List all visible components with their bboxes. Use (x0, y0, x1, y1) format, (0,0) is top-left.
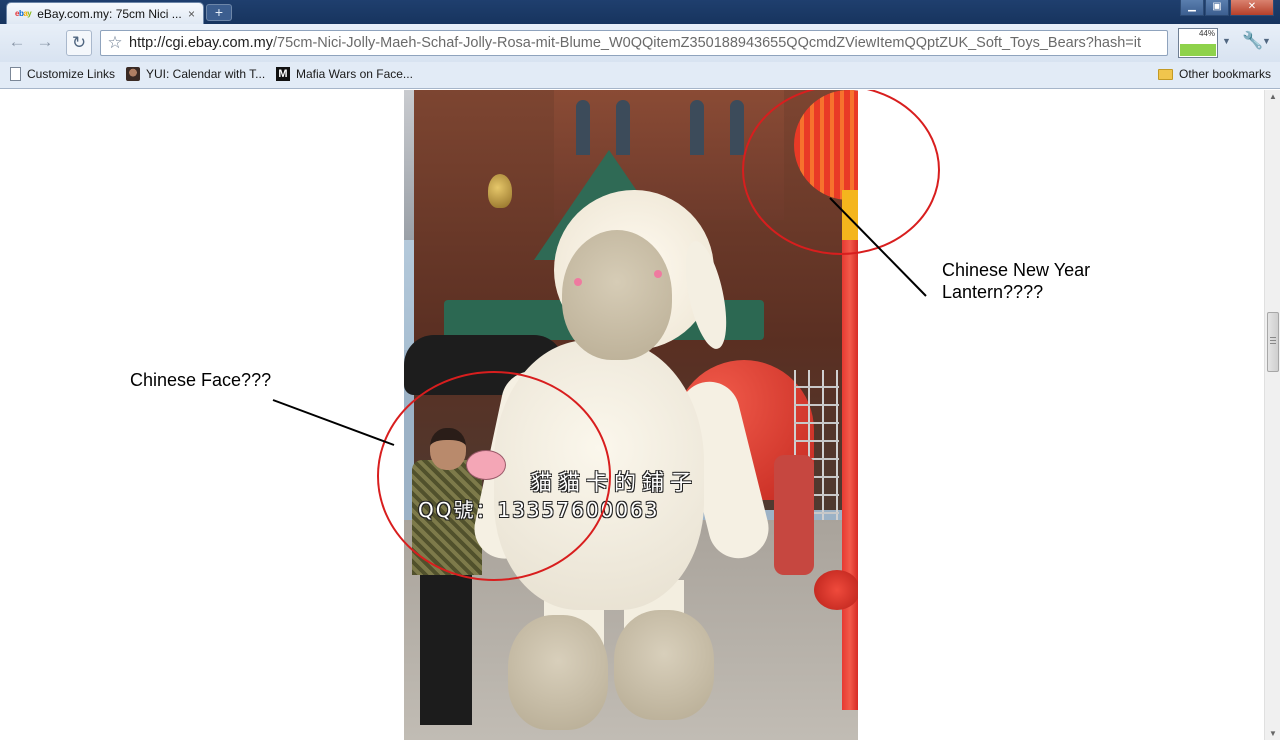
page-content: 貓貓卡的鋪子 QQ號：13357600063 Chinese Face??? C… (0, 90, 1264, 740)
photo-person-right (774, 455, 814, 575)
annotation-lantern-label-line1: Chinese New Year (942, 260, 1091, 280)
window-controls: ▁ ▣ ✕ (1180, 0, 1274, 16)
tab-close-icon[interactable]: × (188, 7, 195, 21)
annotation-lantern-label-line2: Lantern???? (942, 282, 1044, 302)
url-domain: http://cgi.ebay.com.my (129, 35, 273, 51)
watermark-shop-name: 貓貓卡的鋪子 (530, 471, 699, 496)
watermark-qq-number: QQ號：13357600063 (418, 498, 660, 522)
sheep-cheek (574, 278, 582, 286)
browser-toolbar: ← → ↻ ☆ http://cgi.ebay.com.my/75cm-Nici… (0, 24, 1280, 62)
sheep-face (562, 230, 672, 360)
reload-icon[interactable]: ↻ (66, 30, 92, 56)
forward-arrow-icon[interactable]: → (32, 31, 58, 55)
sheep-cheek (654, 270, 662, 278)
wrench-icon[interactable]: 🔧 (1242, 31, 1263, 51)
battery-level-fill (1180, 43, 1216, 56)
battery-label: 44% (1198, 29, 1215, 38)
scroll-grip-icon (1270, 337, 1276, 338)
bookmark-label: YUI: Calendar with T... (146, 67, 266, 81)
bookmark-label: Customize Links (27, 67, 116, 81)
bookmarks-bar: Customize Links YUI: Calendar with T... … (0, 62, 1280, 89)
battery-extension-icon[interactable]: 44% (1178, 28, 1218, 58)
tab-title: eBay.com.my: 75cm Nici ... (37, 6, 182, 21)
folder-icon (1158, 68, 1173, 80)
title-bar: ebay eBay.com.my: 75cm Nici ... × + ▁ ▣ … (0, 0, 1280, 24)
address-bar[interactable]: ☆ http://cgi.ebay.com.my/75cm-Nici-Jolly… (100, 30, 1168, 56)
minimize-button[interactable]: ▁ (1180, 0, 1204, 16)
photo-gold-dome (488, 174, 512, 208)
photo-tower-window (730, 100, 744, 155)
watermark-pig-icon (466, 450, 506, 480)
other-bookmarks-label: Other bookmarks (1179, 67, 1272, 81)
bookmark-customize-links[interactable]: Customize Links (10, 67, 115, 81)
vertical-scrollbar[interactable]: ▲ ▼ (1264, 90, 1280, 740)
bookmark-label: Mafia Wars on Face... (296, 67, 413, 81)
photo-woman-head (430, 428, 466, 470)
other-bookmarks[interactable]: Other bookmarks (1158, 67, 1271, 81)
photo-red-pole (842, 190, 858, 710)
scroll-down-arrow-icon[interactable]: ▼ (1269, 729, 1277, 738)
bookmark-star-icon[interactable]: ☆ (101, 33, 129, 53)
back-arrow-icon[interactable]: ← (4, 31, 30, 55)
annotation-face-label: Chinese Face??? (130, 370, 272, 390)
wrench-menu-arrow-icon[interactable]: ▼ (1262, 36, 1271, 46)
photo-pole-base (814, 570, 858, 610)
sheep-left-foot (508, 615, 608, 730)
tab-ebay[interactable]: ebay eBay.com.my: 75cm Nici ... × (6, 2, 204, 24)
url-text[interactable]: http://cgi.ebay.com.my/75cm-Nici-Jolly-M… (129, 35, 1167, 51)
product-photo[interactable]: 貓貓卡的鋪子 QQ號：13357600063 (404, 90, 858, 740)
ebay-favicon-icon: ebay (15, 9, 32, 18)
avatar-icon (126, 67, 140, 81)
maximize-button[interactable]: ▣ (1205, 0, 1229, 16)
page-menu-arrow-icon[interactable]: ▼ (1222, 36, 1231, 46)
scroll-up-arrow-icon[interactable]: ▲ (1269, 92, 1277, 101)
photo-woman-legs (420, 575, 472, 725)
new-tab-button[interactable]: + (206, 4, 232, 21)
url-path: /75cm-Nici-Jolly-Maeh-Schaf-Jolly-Rosa-m… (272, 35, 1142, 51)
bookmark-mafia-wars[interactable]: M Mafia Wars on Face... (276, 67, 413, 81)
scroll-thumb[interactable] (1267, 312, 1279, 372)
mafia-wars-m-icon: M (276, 67, 290, 81)
photo-tower-window (690, 100, 704, 155)
sheep-right-foot (614, 610, 714, 720)
bookmark-yui-calendar[interactable]: YUI: Calendar with T... (126, 67, 265, 81)
photo-tower-window (616, 100, 630, 155)
photo-lantern-tassel (842, 190, 858, 240)
photo-tower-window (576, 100, 590, 155)
close-window-button[interactable]: ✕ (1230, 0, 1274, 16)
face-pointer-line (272, 399, 395, 446)
page-icon (10, 67, 21, 81)
